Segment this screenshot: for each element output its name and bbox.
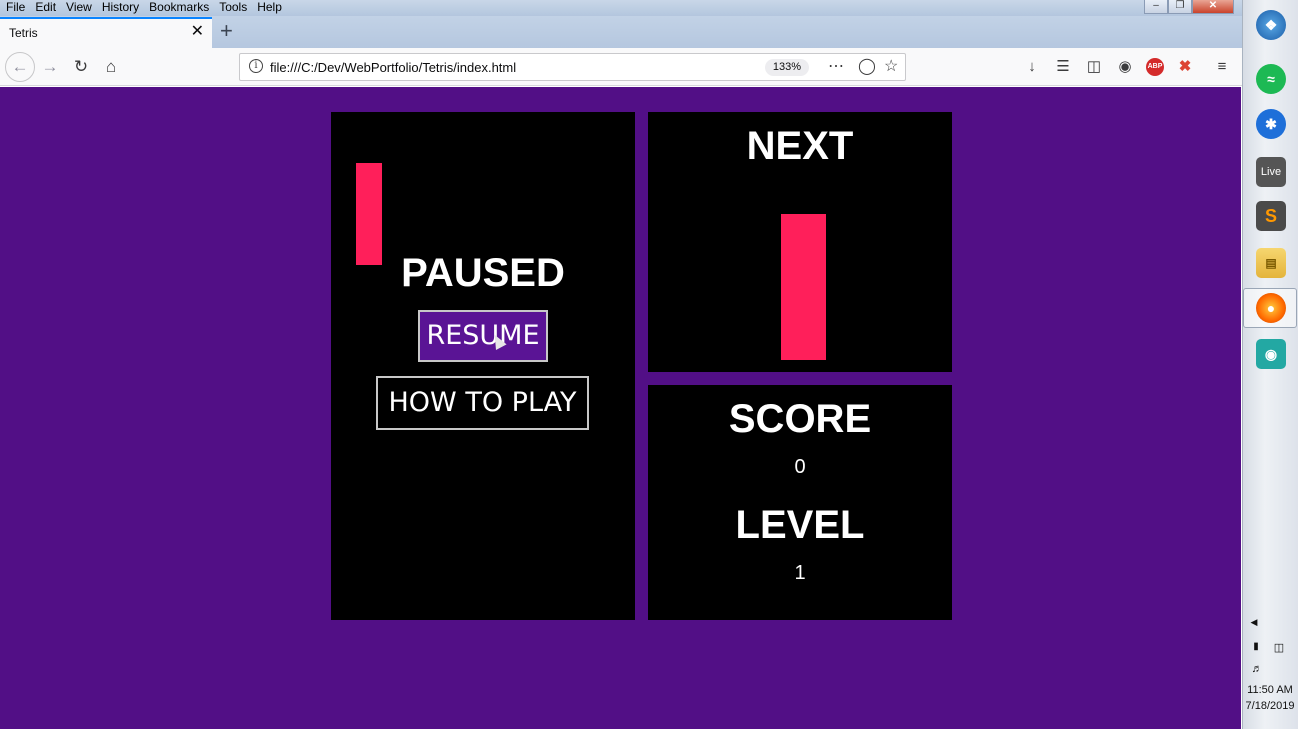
volume-icon[interactable]: ♬ — [1250, 663, 1264, 675]
next-piece-panel: NEXT — [648, 112, 952, 372]
show-hidden-icons-icon[interactable]: ◀ — [1249, 617, 1259, 628]
how-to-play-button[interactable]: HOW TO PLAY — [376, 376, 589, 430]
new-tab-icon[interactable]: + — [220, 19, 233, 43]
score-heading: SCORE — [728, 397, 872, 441]
address-bar[interactable]: i file:///C:/Dev/WebPortfolio/Tetris/ind… — [239, 53, 906, 81]
score-panel: SCORE 0 LEVEL 1 — [648, 385, 952, 620]
reload-icon[interactable]: ↻ — [70, 56, 92, 78]
spotify-icon[interactable]: ≈ — [1256, 64, 1286, 94]
level-heading: LEVEL — [735, 503, 865, 547]
menu-bar: File Edit View History Bookmarks Tools H… — [0, 0, 287, 16]
home-icon[interactable]: ⌂ — [100, 56, 122, 78]
page-viewport: PAUSED RESUME HOW TO PLAY NEXT SCORE 0 L… — [0, 87, 1241, 729]
page-actions-icon[interactable]: ⋯ — [828, 57, 844, 77]
power-icon[interactable]: ◫ — [1272, 641, 1286, 654]
zoom-level-badge[interactable]: 133% — [765, 59, 809, 76]
paused-title: PAUSED — [401, 251, 565, 295]
library-icon[interactable]: ☰ — [1052, 57, 1074, 77]
menu-edit[interactable]: Edit — [30, 0, 61, 16]
tab-tetris[interactable]: Tetris ✕ — [0, 17, 212, 48]
adblock-icon[interactable]: ABP — [1146, 58, 1164, 76]
site-info-icon[interactable]: i — [249, 59, 263, 73]
menu-help[interactable]: Help — [252, 0, 287, 16]
game-board: PAUSED RESUME HOW TO PLAY — [331, 112, 635, 620]
menu-bookmarks[interactable]: Bookmarks — [144, 0, 214, 16]
menu-history[interactable]: History — [97, 0, 144, 16]
menu-tools[interactable]: Tools — [214, 0, 252, 16]
sublime-text-icon[interactable]: S — [1256, 201, 1286, 231]
next-piece-preview — [781, 214, 826, 360]
next-heading: NEXT — [746, 124, 854, 168]
menu-file[interactable]: File — [0, 0, 30, 16]
clock-time[interactable]: 11:50 AM — [1242, 684, 1298, 696]
resume-button[interactable]: RESUME — [418, 310, 548, 362]
firefox-icon[interactable]: ● — [1256, 293, 1286, 323]
network-icon[interactable]: ▮ — [1249, 641, 1263, 652]
downloads-icon[interactable]: ↓ — [1021, 57, 1043, 77]
live-app-icon[interactable]: Live — [1256, 157, 1286, 187]
back-arrow-icon[interactable]: ← — [5, 52, 35, 82]
sidebar-icon[interactable]: ◫ — [1083, 57, 1105, 77]
file-explorer-icon[interactable]: ▤ — [1256, 248, 1286, 278]
chat-app-icon[interactable]: ◉ — [1256, 339, 1286, 369]
close-tab-icon[interactable]: ✕ — [191, 24, 204, 40]
forward-arrow-icon[interactable]: → — [39, 56, 61, 78]
tab-title: Tetris — [9, 26, 38, 40]
bookmark-star-icon[interactable]: ☆ — [884, 57, 898, 77]
pocket-icon[interactable]: ◯ — [858, 57, 876, 77]
url-text[interactable]: file:///C:/Dev/WebPortfolio/Tetris/index… — [270, 60, 516, 75]
account-icon[interactable]: ◉ — [1114, 57, 1136, 77]
hamburger-menu-icon[interactable]: ≡ — [1211, 57, 1233, 77]
restore-button[interactable]: ❐ — [1168, 0, 1192, 14]
navigation-toolbar: ← → ↻ ⌂ i file:///C:/Dev/WebPortfolio/Te… — [0, 48, 1242, 86]
menu-view[interactable]: View — [61, 0, 97, 16]
tab-strip: Tetris ✕ + — [0, 16, 1242, 48]
level-value: 1 — [794, 562, 806, 584]
close-window-button[interactable]: ✕ — [1192, 0, 1234, 14]
extension-icon[interactable]: ✖ — [1174, 57, 1196, 77]
score-value: 0 — [794, 456, 806, 478]
window-title-bar: File Edit View History Bookmarks Tools H… — [0, 0, 1242, 16]
clock-date[interactable]: 7/18/2019 — [1242, 700, 1298, 712]
windows-start-icon[interactable]: ❖ — [1256, 10, 1286, 40]
window-controls: – ❐ ✕ — [1144, 0, 1234, 14]
minimize-button[interactable]: – — [1144, 0, 1168, 14]
audio-app-icon[interactable]: ✱ — [1256, 109, 1286, 139]
falling-piece — [356, 163, 382, 265]
